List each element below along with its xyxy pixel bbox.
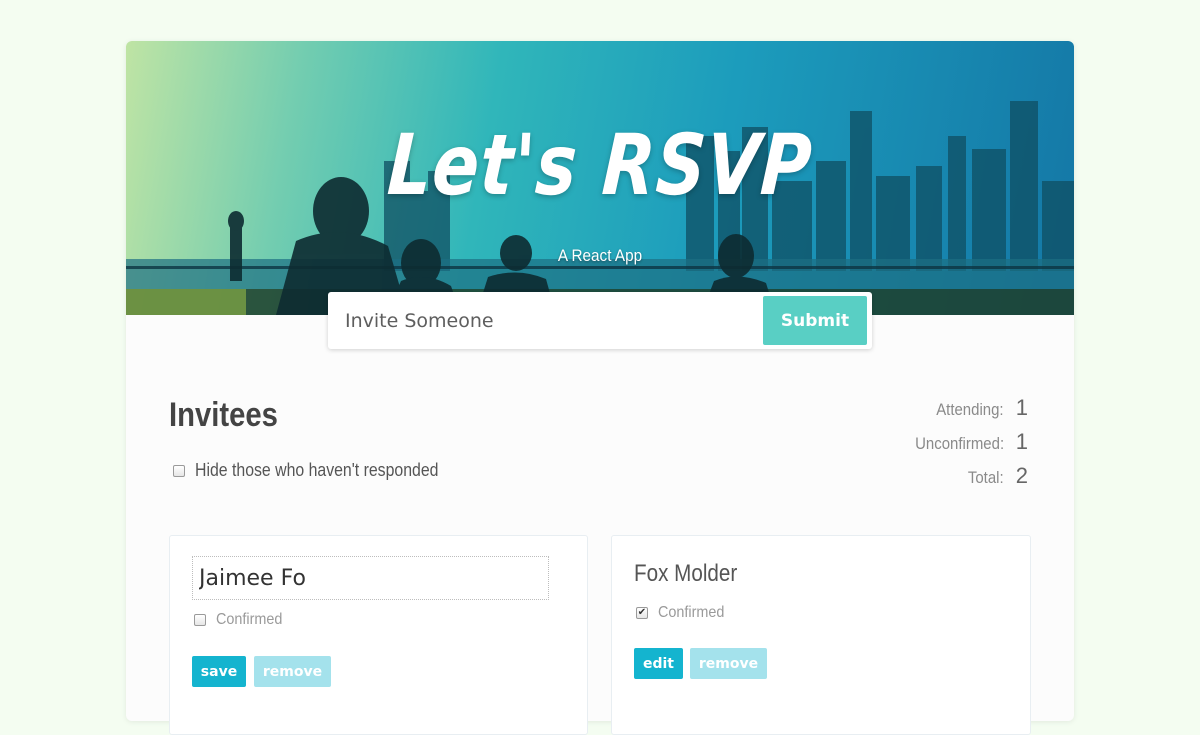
submit-button[interactable]: Submit [763, 296, 867, 345]
confirmed-label: Confirmed [216, 611, 283, 628]
app-title: Let's RSVP [385, 116, 815, 214]
confirmed-toggle[interactable]: Confirmed [194, 611, 290, 629]
confirmed-checkbox[interactable]: ✔ [636, 607, 648, 619]
edit-button[interactable]: edit [634, 648, 683, 679]
counter-label: Attending: [936, 400, 1004, 419]
rsvp-counter: Attending: 1 Unconfirmed: 1 Total: 2 [903, 395, 1028, 497]
confirmed-checkbox[interactable] [194, 614, 206, 626]
counter-total: Total: 2 [903, 463, 1028, 497]
guest-name-edit-input[interactable] [192, 556, 549, 600]
invite-input[interactable] [328, 292, 758, 349]
hide-unresponded-checkbox[interactable] [173, 464, 185, 477]
guest-card: Confirmed save remove [169, 535, 588, 735]
counter-label: Unconfirmed: [915, 434, 1004, 453]
invite-form: Submit [328, 292, 872, 349]
app-subtitle: A React App [557, 246, 643, 265]
save-button[interactable]: save [192, 656, 246, 687]
remove-button[interactable]: remove [690, 648, 767, 679]
hide-unresponded-filter[interactable]: Hide those who haven't responded [173, 460, 472, 481]
counter-unconfirmed: Unconfirmed: 1 [903, 429, 1028, 463]
remove-button[interactable]: remove [254, 656, 331, 687]
counter-value: 2 [1015, 463, 1028, 488]
counter-value: 1 [1015, 395, 1028, 420]
guest-name: Fox Molder [634, 560, 738, 587]
page-title: Invitees [169, 396, 278, 434]
counter-attending: Attending: 1 [903, 395, 1028, 429]
header-banner: Let's RSVP A React App [126, 41, 1074, 315]
hide-unresponded-label: Hide those who haven't responded [195, 460, 439, 480]
confirmed-toggle[interactable]: ✔ Confirmed [636, 604, 732, 622]
counter-value: 1 [1015, 429, 1028, 454]
counter-label: Total: [968, 468, 1004, 487]
confirmed-label: Confirmed [658, 604, 725, 621]
guest-card: Fox Molder ✔ Confirmed edit remove [611, 535, 1031, 735]
